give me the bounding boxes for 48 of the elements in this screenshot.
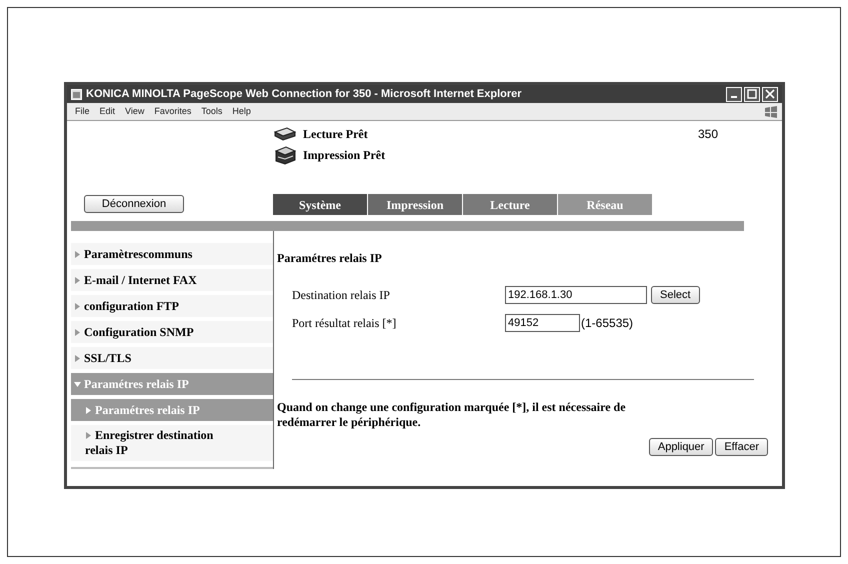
nav-tab[interactable]: Impression xyxy=(368,194,462,215)
sidebar-item[interactable]: configuration FTP xyxy=(71,295,273,317)
section-title: Paramétres relais IP xyxy=(277,250,383,267)
triangle-right-icon xyxy=(74,302,81,310)
minimize-button[interactable] xyxy=(726,86,742,102)
sidebar-item[interactable]: Configuration SNMP xyxy=(71,321,273,343)
triangle-down-icon xyxy=(74,380,81,388)
select-button[interactable]: Select xyxy=(651,286,700,304)
sidebar-item[interactable]: E-mail / Internet FAX xyxy=(71,269,273,291)
menu-item[interactable]: Tools xyxy=(201,104,222,118)
triangle-right-icon xyxy=(74,328,81,336)
sidebar-subitem[interactable]: Enregistrer destination relais IP xyxy=(71,425,273,461)
model-number: 350 xyxy=(698,126,718,143)
sidebar-item[interactable]: SSL/TLS xyxy=(71,347,273,369)
minimize-icon xyxy=(731,96,737,98)
field-label: Destination relais IP xyxy=(292,287,391,304)
close-button[interactable] xyxy=(762,86,778,102)
scanner-icon xyxy=(273,126,297,142)
windows-logo-icon xyxy=(764,106,778,118)
maximize-icon xyxy=(747,89,757,99)
triangle-right-icon xyxy=(74,354,81,362)
port-field[interactable]: 49152 xyxy=(505,314,580,332)
menu-item[interactable]: Favorites xyxy=(154,104,192,118)
menu-item[interactable]: View xyxy=(125,104,144,118)
maximize-button[interactable] xyxy=(744,86,760,102)
status-text: Impression Prêt xyxy=(303,147,386,164)
form-button[interactable]: Effacer xyxy=(715,438,768,456)
menu-item[interactable]: Edit xyxy=(100,104,116,118)
triangle-right-icon xyxy=(74,250,81,258)
close-icon xyxy=(765,89,775,99)
status-text: Lecture Prêt xyxy=(303,126,368,143)
nav-tab[interactable]: Lecture xyxy=(463,194,557,215)
logout-button[interactable]: Déconnexion xyxy=(84,195,184,213)
restart-note: Quand on change une configuration marquée [*], il est nécessaire de redémarrer le périphérique. xyxy=(277,400,627,430)
form-button[interactable]: Appliquer xyxy=(648,438,714,456)
window-title: KONICA MINOLTA PageScope Web Connection for 350 - Microsoft Internet Explorer xyxy=(86,86,523,102)
menu-item[interactable]: Help xyxy=(232,104,251,118)
field-label: Port résultat relais [*] xyxy=(292,315,398,332)
nav-tab[interactable]: Système xyxy=(273,194,367,215)
triangle-right-icon xyxy=(74,276,81,284)
triangle-right-icon xyxy=(85,432,92,439)
range-hint: (1-65535) xyxy=(581,315,634,332)
triangle-right-icon xyxy=(85,406,92,414)
printer-icon xyxy=(273,145,297,165)
browser-icon xyxy=(71,88,82,100)
sidebar-item[interactable]: Paramètrescommuns xyxy=(71,243,273,265)
menu-item[interactable]: File xyxy=(75,104,90,118)
ip-address-field[interactable]: 192.168.1.30 xyxy=(505,286,647,304)
